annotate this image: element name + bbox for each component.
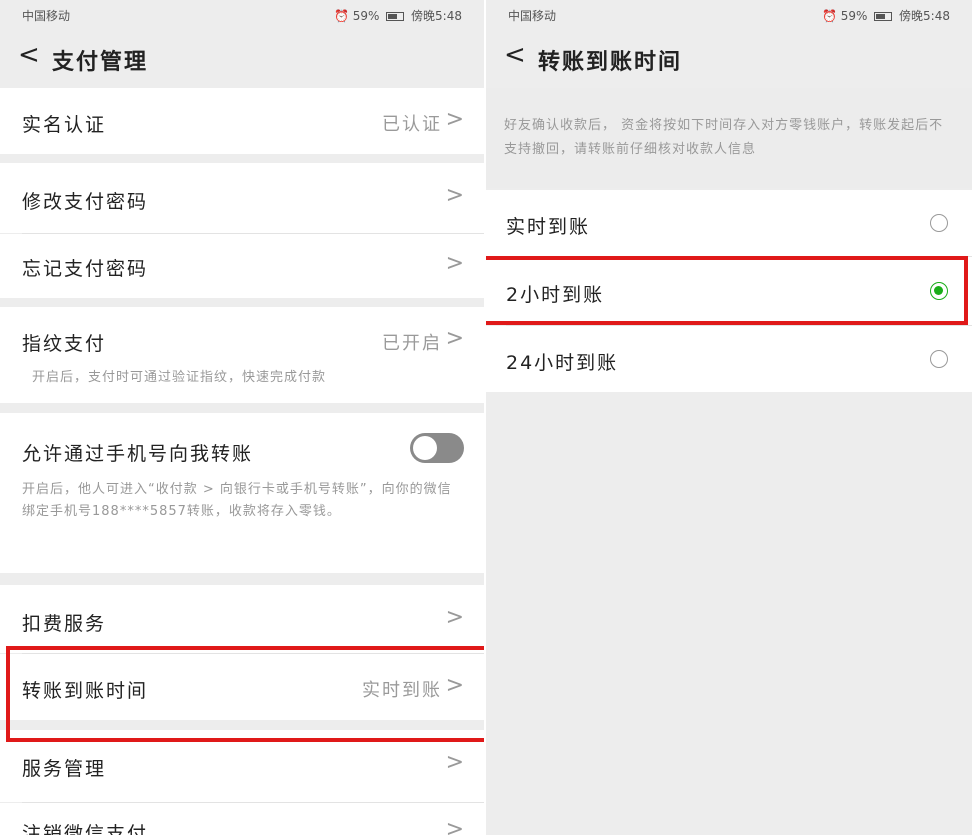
row-label: 实名认证 bbox=[22, 114, 107, 136]
row-fingerprint-pay[interactable]: 指纹支付 已开启 > 开启后，支付时可通过验证指纹，快速完成付款 bbox=[0, 307, 484, 403]
row-label: 注销微信支付 bbox=[22, 823, 149, 835]
row-value: 已开启 bbox=[382, 333, 442, 354]
page-title: 支付管理 bbox=[52, 50, 149, 75]
battery-icon bbox=[386, 12, 405, 21]
clock-label: 傍晚5:48 bbox=[411, 9, 462, 23]
status-icons: ⏰ 59% 傍晚5:48 bbox=[822, 7, 950, 24]
alarm-icon: ⏰ bbox=[821, 9, 837, 23]
description-text: 好友确认收款后， 资金将按如下时间存入对方零钱账户，转账发起后不支持撤回，请转账… bbox=[504, 118, 944, 157]
row-label: 修改支付密码 bbox=[22, 191, 149, 213]
row-deduct-service[interactable]: 扣费服务 > bbox=[0, 585, 484, 653]
highlight-box bbox=[6, 646, 484, 742]
chevron-right-icon: > bbox=[445, 107, 464, 132]
battery-percent: 59% bbox=[352, 9, 380, 23]
row-description: 开启后，支付时可通过验证指纹，快速完成付款 bbox=[32, 370, 327, 385]
highlight-box bbox=[486, 256, 968, 325]
battery-icon bbox=[874, 12, 893, 21]
chevron-right-icon: > bbox=[445, 326, 464, 351]
chevron-right-icon: > bbox=[445, 251, 464, 276]
carrier-label: 中国移动 bbox=[22, 9, 71, 23]
page-title: 转账到账时间 bbox=[538, 50, 683, 75]
row-label: 扣费服务 bbox=[22, 613, 107, 635]
row-realname[interactable]: 实名认证 已认证 > bbox=[0, 88, 484, 154]
row-label: 指纹支付 bbox=[22, 333, 107, 355]
alarm-icon: ⏰ bbox=[333, 9, 349, 23]
row-description: 开启后，他人可进入“收付款 > 向银行卡或手机号转账”，向你的微信绑定手机号18… bbox=[22, 482, 452, 519]
clock-label: 傍晚5:48 bbox=[899, 9, 950, 23]
chevron-right-icon: > bbox=[445, 605, 464, 630]
arrival-time-screen: 中国移动 ⏰ 59% 傍晚5:48 < 转账到账时间 好友确认收款后， 资金将按… bbox=[486, 0, 972, 835]
carrier-label: 中国移动 bbox=[508, 9, 557, 23]
row-change-password[interactable]: 修改支付密码 > bbox=[0, 163, 484, 233]
toggle-knob bbox=[413, 436, 437, 460]
option-realtime[interactable]: 实时到账 bbox=[486, 190, 972, 256]
title-bar: < 支付管理 bbox=[0, 28, 484, 88]
row-cancel-wallet[interactable]: 注销微信支付 > bbox=[0, 803, 484, 835]
phone-transfer-toggle[interactable] bbox=[410, 433, 464, 463]
row-label: 忘记支付密码 bbox=[22, 258, 149, 280]
back-icon[interactable]: < bbox=[18, 40, 40, 70]
payment-management-screen: 中国移动 ⏰ 59% 傍晚5:48 < 支付管理 实名认证 已认证 > 修改支付… bbox=[0, 0, 484, 835]
back-icon[interactable]: < bbox=[504, 40, 526, 70]
row-phone-transfer: 允许通过手机号向我转账 开启后，他人可进入“收付款 > 向银行卡或手机号转账”，… bbox=[0, 413, 484, 573]
chevron-right-icon: > bbox=[445, 183, 464, 208]
status-bar: 中国移动 ⏰ 59% 傍晚5:48 bbox=[486, 0, 972, 28]
title-bar: < 转账到账时间 bbox=[486, 28, 972, 88]
chevron-right-icon: > bbox=[445, 817, 464, 835]
status-bar: 中国移动 ⏰ 59% 傍晚5:48 bbox=[0, 0, 484, 28]
battery-percent: 59% bbox=[840, 9, 868, 23]
option-24-hours[interactable]: 24小时到账 bbox=[486, 326, 972, 392]
row-value: 已认证 bbox=[382, 114, 442, 135]
radio-unchecked-icon[interactable] bbox=[930, 350, 948, 368]
option-label: 24小时到账 bbox=[506, 352, 619, 374]
option-label: 实时到账 bbox=[506, 216, 591, 238]
radio-unchecked-icon[interactable] bbox=[930, 214, 948, 232]
arrival-time-description: 好友确认收款后， 资金将按如下时间存入对方零钱账户，转账发起后不支持撤回，请转账… bbox=[486, 88, 972, 188]
row-forgot-password[interactable]: 忘记支付密码 > bbox=[0, 234, 484, 298]
status-icons: ⏰ 59% 傍晚5:48 bbox=[334, 7, 462, 24]
chevron-right-icon: > bbox=[445, 750, 464, 775]
row-label: 服务管理 bbox=[22, 758, 107, 780]
row-label: 允许通过手机号向我转账 bbox=[22, 443, 254, 465]
